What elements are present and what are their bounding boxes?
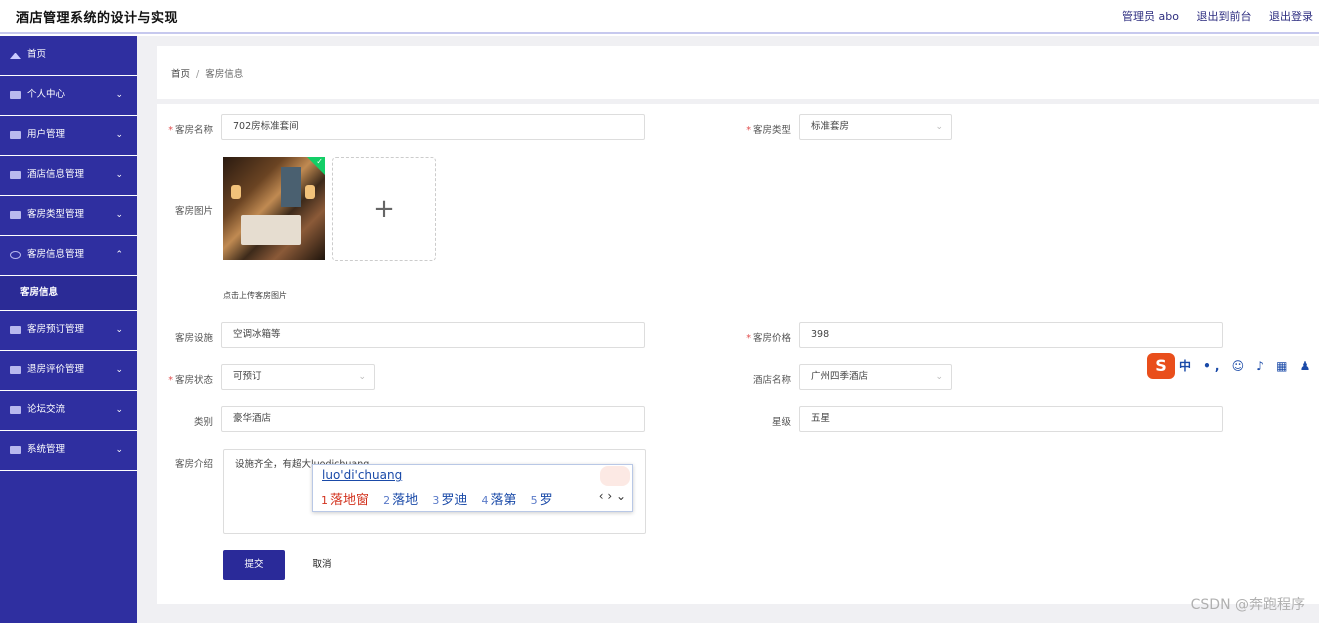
chevron-down-icon: ⌄ bbox=[358, 372, 366, 382]
status-label: * 客房状态 bbox=[168, 375, 213, 386]
ime-candidate[interactable]: 4 落第 bbox=[481, 493, 516, 508]
settings-icon bbox=[10, 445, 21, 454]
sidebar-item-user-management[interactable]: 用户管理 ⌄ bbox=[0, 116, 137, 156]
chevron-down-icon: ⌄ bbox=[115, 90, 123, 100]
chevron-down-icon: ⌄ bbox=[115, 210, 123, 220]
ime-candidate[interactable]: 3 罗迪 bbox=[432, 493, 467, 508]
breadcrumb: 首页 / 客房信息 bbox=[171, 66, 243, 80]
sidebar-item-room-info-management[interactable]: 客房信息管理 ⌃ bbox=[0, 236, 137, 276]
facilities-label: 客房设施 bbox=[174, 333, 213, 344]
sidebar-subitem-room-info[interactable]: 客房信息 bbox=[0, 276, 137, 311]
upload-tip: 点击上传客房图片 bbox=[223, 291, 287, 300]
sidebar-item-personal-center[interactable]: 个人中心 ⌄ bbox=[0, 76, 137, 116]
sidebar-item-home[interactable]: 首页 bbox=[0, 36, 137, 76]
sidebar-item-label: 系统管理 bbox=[27, 444, 66, 455]
intro-label: 客房介绍 bbox=[174, 459, 213, 470]
chevron-down-icon: ⌄ bbox=[115, 445, 123, 455]
breadcrumb-separator: / bbox=[196, 69, 200, 80]
status-select[interactable]: 可预订 ⌄ bbox=[221, 364, 375, 390]
chevron-up-icon: ⌃ bbox=[115, 250, 123, 260]
room-form: * 客房名称 702房标准套间 * 客房类型 标准套房 ⌄ 客房图片 ✓ + 点击上传… bbox=[157, 104, 1319, 604]
sidebar-item-label: 论坛交流 bbox=[27, 404, 66, 415]
ime-candidate[interactable]: 5罗 bbox=[531, 493, 553, 508]
sidebar-item-checkout-review[interactable]: 退房评价管理 ⌄ bbox=[0, 351, 137, 391]
forum-icon bbox=[10, 405, 21, 414]
room-type-select[interactable]: 标准套房 ⌄ bbox=[799, 114, 952, 140]
sidebar-item-label: 退房评价管理 bbox=[27, 364, 85, 375]
breadcrumb-bar: 首页 / 客房信息 bbox=[157, 46, 1319, 99]
sidebar-item-label: 客房预订管理 bbox=[27, 324, 85, 335]
list-icon bbox=[10, 130, 21, 139]
comment-icon bbox=[10, 365, 21, 374]
copy-icon bbox=[10, 325, 21, 334]
home-icon bbox=[10, 51, 21, 59]
logout-link[interactable]: 退出登录 bbox=[1269, 10, 1313, 23]
header-links: 管理员 abo 退出到前台 退出登录 bbox=[1108, 8, 1313, 24]
admin-user-label: 管理员 abo bbox=[1122, 10, 1179, 23]
user-icon bbox=[10, 90, 21, 99]
chevron-down-icon: ⌄ bbox=[115, 365, 123, 375]
ime-candidate-popup: luo'di'chuang 1 落地窗 2 落地 3 罗迪 4 落第 5罗 ‹ › ⌄ bbox=[312, 464, 633, 512]
ime-candidate[interactable]: 2 落地 bbox=[383, 493, 418, 508]
room-photo-thumbnail[interactable]: ✓ bbox=[223, 157, 325, 260]
sidebar-item-label: 客房信息 bbox=[20, 287, 59, 298]
sidebar-item-label: 酒店信息管理 bbox=[27, 169, 85, 180]
chevron-down-icon: ⌄ bbox=[115, 405, 123, 415]
sidebar-item-system[interactable]: 系统管理 ⌄ bbox=[0, 431, 137, 471]
room-name-label: * 客房名称 bbox=[168, 125, 213, 136]
ime-toolbar: S 中 •, ☺ ♪ ▦ ♟ ☗ bbox=[1147, 353, 1319, 379]
flag-icon bbox=[10, 210, 21, 219]
watermark: CSDN @奔跑程序 bbox=[1190, 597, 1305, 613]
ime-page-nav[interactable]: ‹ › ⌄ bbox=[599, 489, 626, 503]
ime-logo-icon bbox=[600, 466, 630, 486]
category-input[interactable]: 豪华酒店 bbox=[221, 406, 645, 432]
submit-button[interactable]: 提交 bbox=[223, 550, 285, 580]
room-name-input[interactable]: 702房标准套间 bbox=[221, 114, 645, 140]
room-type-label: * 客房类型 bbox=[746, 125, 791, 136]
sidebar-item-label: 客房信息管理 bbox=[27, 249, 85, 260]
cancel-button[interactable]: 取消 bbox=[297, 550, 347, 580]
chevron-down-icon: ⌄ bbox=[935, 122, 943, 132]
sidebar-item-hotel-info[interactable]: 酒店信息管理 ⌄ bbox=[0, 156, 137, 196]
back-to-front-link[interactable]: 退出到前台 bbox=[1197, 10, 1252, 23]
price-input[interactable]: 398 bbox=[799, 322, 1223, 348]
ime-candidates: 1 落地窗 2 落地 3 罗迪 4 落第 5罗 bbox=[321, 489, 563, 508]
hotel-name-select[interactable]: 广州四季酒店 ⌄ bbox=[799, 364, 952, 390]
chevron-down-icon: ⌄ bbox=[115, 130, 123, 140]
chevron-down-icon: ⌄ bbox=[115, 325, 123, 335]
sidebar-item-label: 用户管理 bbox=[27, 129, 66, 140]
price-label: * 客房价格 bbox=[746, 333, 791, 344]
sidebar-item-forum[interactable]: 论坛交流 ⌄ bbox=[0, 391, 137, 431]
ime-toolbar-tools[interactable]: 中 •, ☺ ♪ ▦ ♟ ☗ bbox=[1179, 357, 1319, 374]
breadcrumb-current: 客房信息 bbox=[205, 69, 244, 80]
ime-composition: luo'di'chuang bbox=[322, 468, 403, 482]
chevron-down-icon: ⌄ bbox=[935, 372, 943, 382]
ime-candidate[interactable]: 1 落地窗 bbox=[321, 493, 369, 508]
sidebar: 首页 个人中心 ⌄ 用户管理 ⌄ 酒店信息管理 ⌄ 客房类型管理 ⌄ 客房信息管… bbox=[0, 36, 137, 623]
hotel-name-label: 酒店名称 bbox=[752, 375, 791, 386]
image-upload-button[interactable]: + bbox=[332, 157, 436, 261]
sidebar-item-booking[interactable]: 客房预订管理 ⌄ bbox=[0, 311, 137, 351]
sidebar-item-label: 首页 bbox=[27, 49, 47, 60]
sidebar-item-label: 个人中心 bbox=[27, 89, 66, 100]
top-header: 酒店管理系统的设计与实现 管理员 abo 退出到前台 退出登录 bbox=[0, 0, 1319, 34]
hotel-icon bbox=[10, 170, 21, 179]
chevron-down-icon: ⌄ bbox=[115, 170, 123, 180]
category-label: 类别 bbox=[193, 417, 213, 428]
facilities-input[interactable]: 空调冰箱等 bbox=[221, 322, 645, 348]
stars-input[interactable]: 五星 bbox=[799, 406, 1223, 432]
room-image-label: 客房图片 bbox=[174, 206, 213, 217]
stars-label: 星级 bbox=[771, 417, 791, 428]
breadcrumb-home[interactable]: 首页 bbox=[171, 69, 190, 80]
sogou-logo-icon[interactable]: S bbox=[1147, 353, 1175, 379]
sidebar-item-label: 客房类型管理 bbox=[27, 209, 85, 220]
sidebar-item-room-type[interactable]: 客房类型管理 ⌄ bbox=[0, 196, 137, 236]
info-icon bbox=[10, 250, 21, 259]
app-title: 酒店管理系统的设计与实现 bbox=[16, 11, 179, 26]
main-content: 首页 / 客房信息 * 客房名称 702房标准套间 * 客房类型 标准套房 ⌄ 客房图片 … bbox=[137, 36, 1319, 623]
